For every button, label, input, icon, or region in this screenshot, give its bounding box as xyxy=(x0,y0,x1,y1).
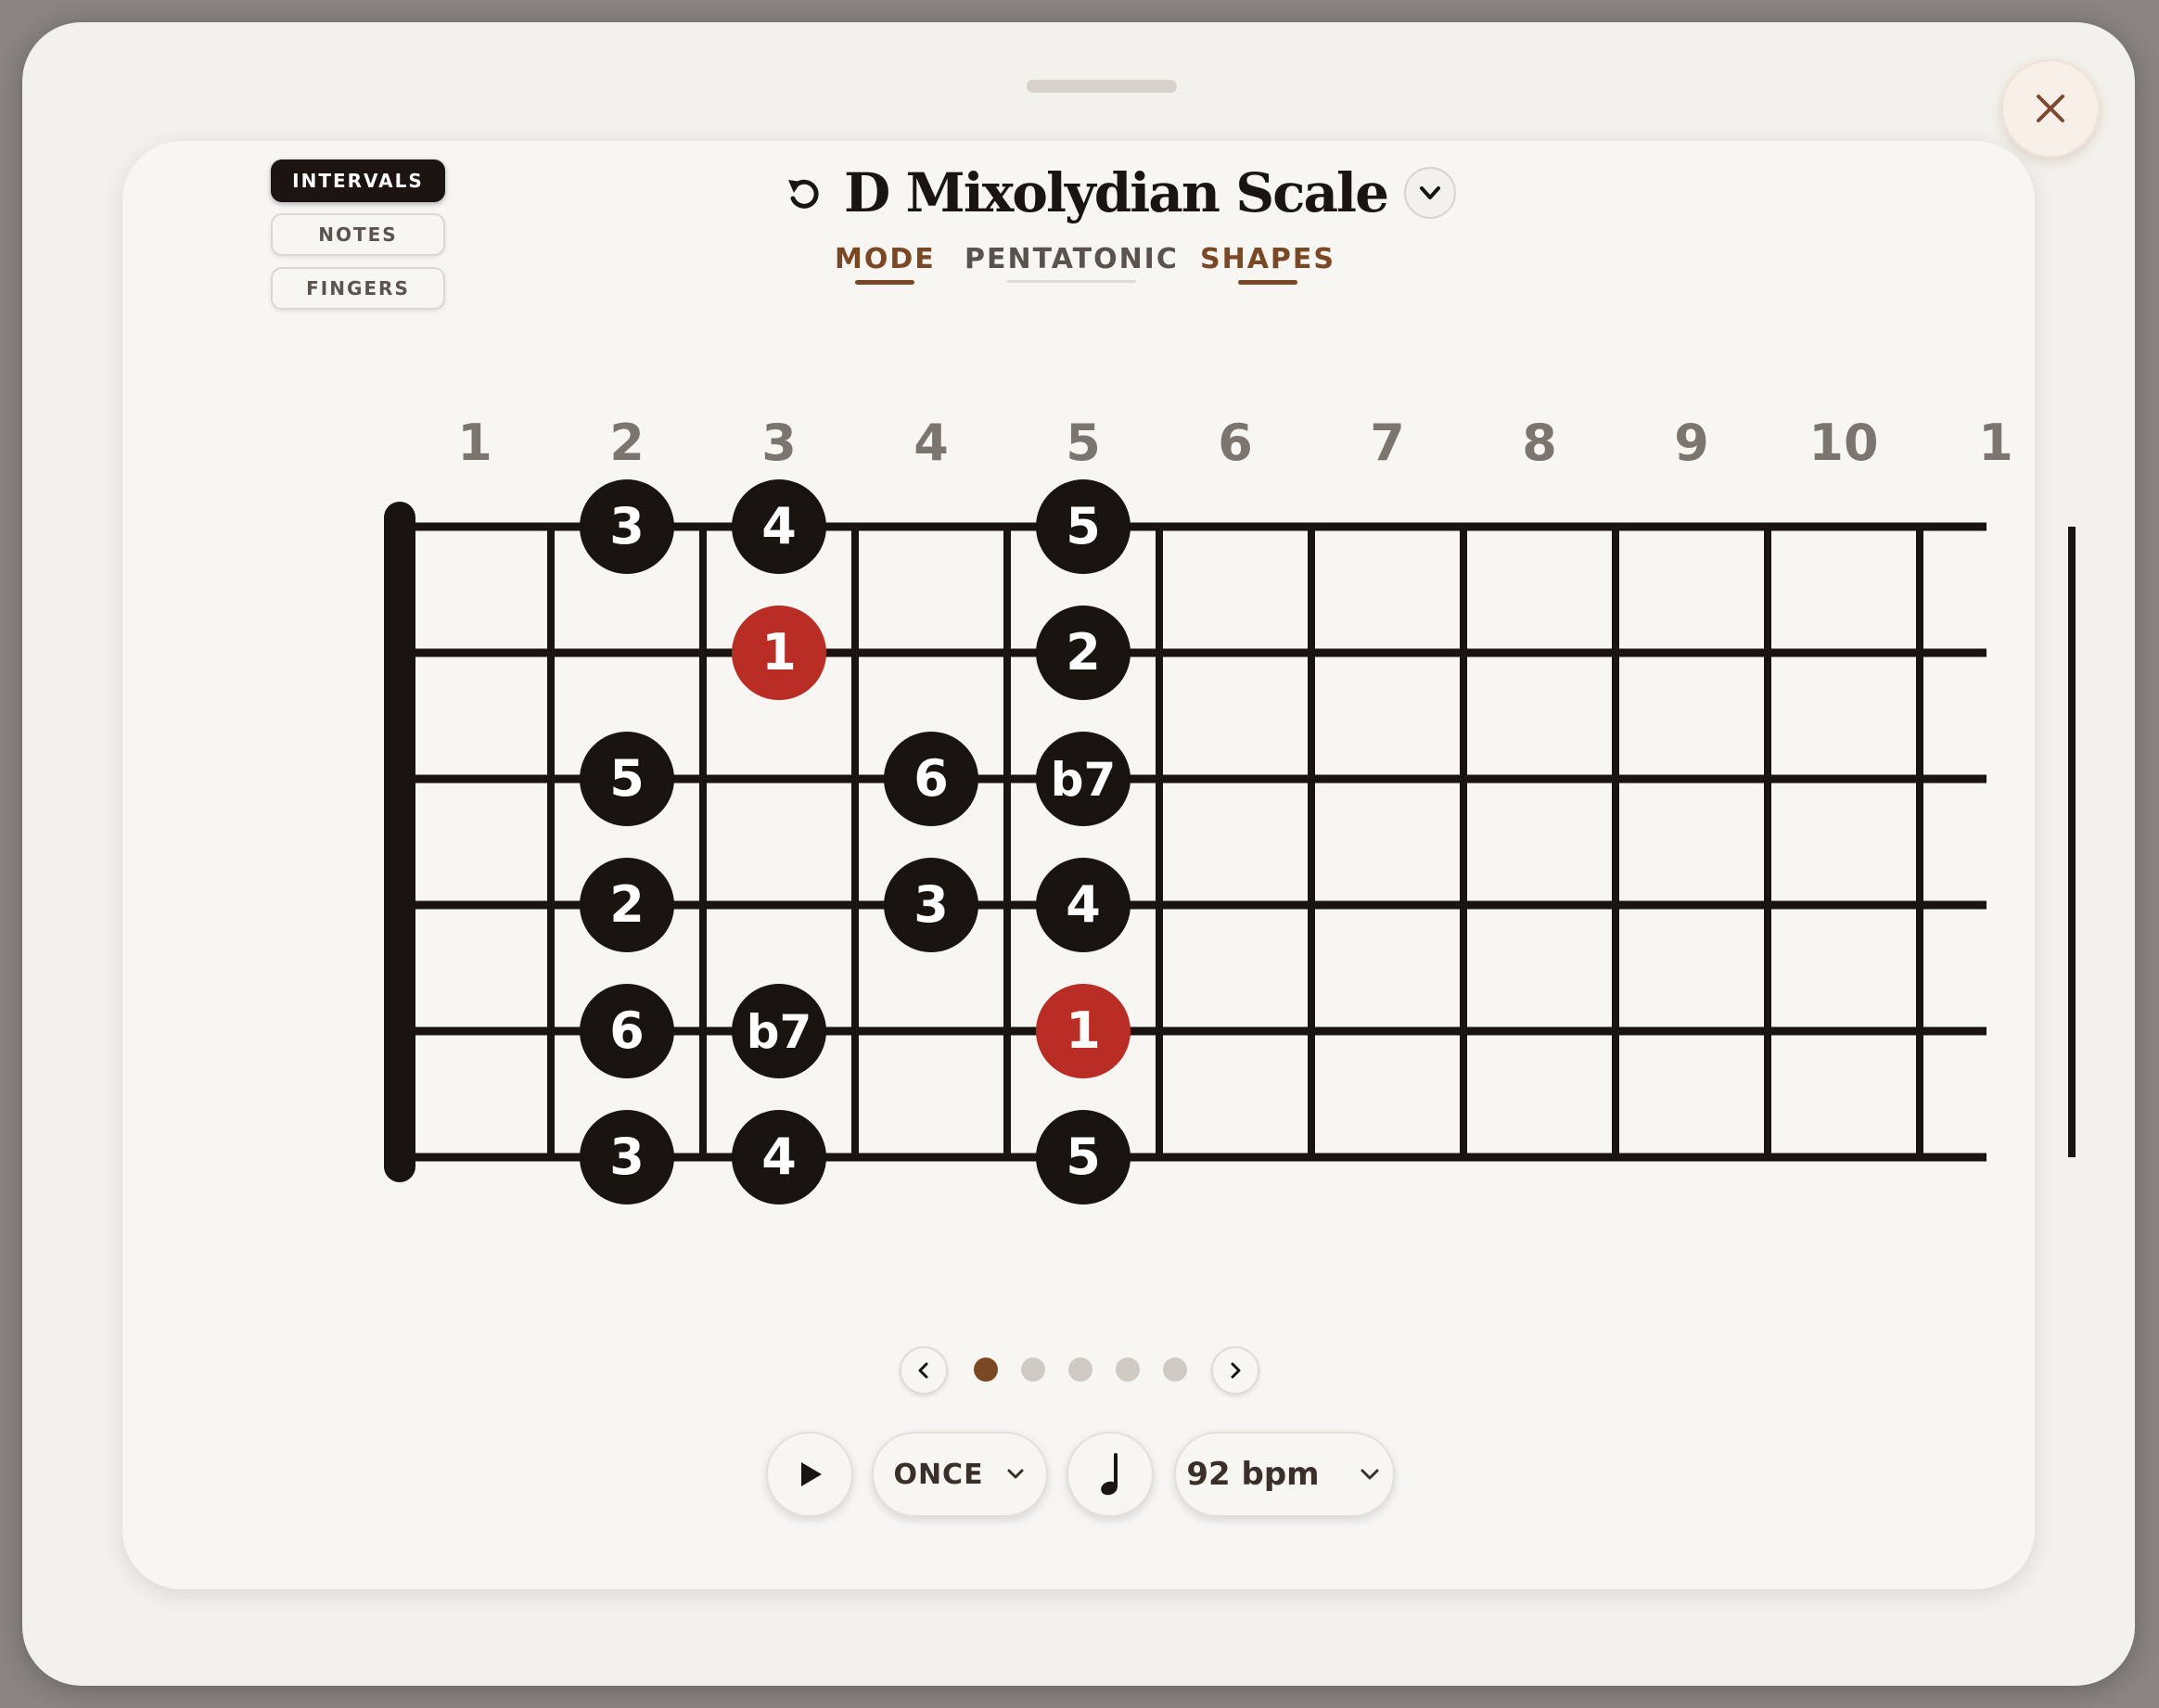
fret-number-label: 8 xyxy=(1522,414,1557,472)
scale-note-marker[interactable]: b7 xyxy=(732,984,826,1078)
scale-note-marker[interactable]: 5 xyxy=(1036,1110,1131,1205)
pager-dot[interactable] xyxy=(1116,1357,1140,1382)
note-label: b7 xyxy=(747,1005,812,1059)
scale-note-marker[interactable]: 3 xyxy=(580,479,674,574)
pager-dot[interactable] xyxy=(974,1357,998,1382)
scale-note-marker[interactable]: 6 xyxy=(580,984,674,1078)
scale-note-marker[interactable]: 6 xyxy=(884,732,978,826)
note-label: 1 xyxy=(761,623,797,682)
note-label: 4 xyxy=(1066,875,1101,934)
fret-number-label: 1 xyxy=(457,414,492,472)
scale-note-marker[interactable]: 2 xyxy=(580,858,674,952)
chevron-left-icon xyxy=(918,1362,928,1379)
root-note-marker[interactable]: 1 xyxy=(732,605,826,700)
fret-number-label: 2 xyxy=(609,414,645,472)
note-label: 4 xyxy=(761,1128,797,1186)
note-label: 2 xyxy=(609,875,645,934)
chevron-down-icon xyxy=(1007,1469,1024,1479)
next-shape-button[interactable] xyxy=(1211,1346,1259,1395)
scale-note-marker[interactable]: b7 xyxy=(1036,732,1131,826)
scale-note-marker[interactable]: 4 xyxy=(732,1110,826,1205)
metronome-button[interactable] xyxy=(1067,1432,1154,1517)
previous-shape-button[interactable] xyxy=(900,1346,948,1395)
root-note-marker[interactable]: 1 xyxy=(1036,984,1131,1078)
note-label: b7 xyxy=(1051,753,1117,807)
note-label: 5 xyxy=(1066,1128,1101,1186)
scale-note-marker[interactable]: 5 xyxy=(580,732,674,826)
tempo-select-label: 92 bpm xyxy=(1186,1456,1320,1493)
note-label: 2 xyxy=(1066,623,1101,682)
chevron-down-icon xyxy=(1361,1469,1379,1480)
note-label: 5 xyxy=(609,749,645,808)
note-label: 3 xyxy=(609,1128,645,1186)
note-label: 6 xyxy=(609,1001,645,1060)
pager-dot[interactable] xyxy=(1021,1357,1045,1382)
fret-number-label: 7 xyxy=(1370,414,1405,472)
loop-select-label: ONCE xyxy=(893,1458,984,1491)
note-label: 3 xyxy=(609,497,645,555)
scale-note-marker[interactable]: 5 xyxy=(1036,479,1131,574)
quarter-note-icon xyxy=(1101,1453,1118,1496)
fret-number-label: 3 xyxy=(761,414,797,472)
note-label: 4 xyxy=(761,497,797,555)
scale-note-marker[interactable]: 2 xyxy=(1036,605,1131,700)
fret-number-label: 9 xyxy=(1674,414,1709,472)
chevron-right-icon xyxy=(1231,1362,1241,1379)
scale-note-marker[interactable]: 3 xyxy=(580,1110,674,1205)
fret-number-label: 5 xyxy=(1066,414,1101,472)
note-label: 6 xyxy=(913,749,949,808)
tempo-select[interactable]: 92 bpm xyxy=(1174,1432,1395,1517)
play-button[interactable] xyxy=(766,1432,853,1517)
scale-note-marker[interactable]: 3 xyxy=(884,858,978,952)
note-label: 1 xyxy=(1066,1001,1101,1060)
play-icon xyxy=(801,1462,822,1486)
fret-number-label: 1 xyxy=(1978,414,2013,472)
scale-note-marker[interactable]: 4 xyxy=(1036,858,1131,952)
pager-dot[interactable] xyxy=(1068,1357,1092,1382)
loop-select[interactable]: ONCE xyxy=(872,1432,1048,1517)
fret-number-label: 6 xyxy=(1218,414,1253,472)
fret-number-label: 4 xyxy=(913,414,949,472)
fret-number-label: 10 xyxy=(1808,414,1878,472)
note-label: 3 xyxy=(913,875,949,934)
pager-dot[interactable] xyxy=(1163,1357,1187,1382)
note-label: 5 xyxy=(1066,497,1101,555)
scale-note-marker[interactable]: 4 xyxy=(732,479,826,574)
